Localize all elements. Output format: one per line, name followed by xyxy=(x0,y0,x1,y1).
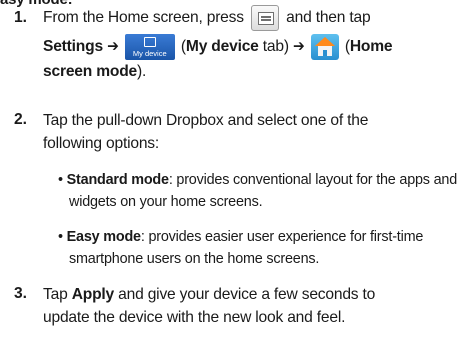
bullet: • xyxy=(58,229,63,245)
apply-label: Apply xyxy=(71,286,115,303)
step-3-text-a: Tap xyxy=(43,286,68,303)
settings-label: Settings xyxy=(43,38,103,55)
option-standard-line-1: • Standard mode: provides conventional l… xyxy=(58,172,457,188)
option-easy-line-2: smartphone users on the home screens. xyxy=(69,251,320,267)
arrow-2: ➔ xyxy=(293,38,305,55)
screen-mode-label: screen mode xyxy=(43,63,138,80)
option-easy-line-1: • Easy mode: provides easier user experi… xyxy=(58,229,423,245)
step-2-line-2: following options: xyxy=(43,135,160,152)
step-3-line-1: Tap Apply and give your device a few sec… xyxy=(43,285,375,304)
option-easy-name: Easy mode xyxy=(66,229,141,245)
home-screen-mode-icon xyxy=(310,33,339,60)
step-3-number: 3. xyxy=(14,285,28,302)
option-standard-line-2: widgets on your home screens. xyxy=(69,194,263,210)
my-device-label: My device xyxy=(185,38,259,55)
option-easy-text: : provides easier user experience for fi… xyxy=(140,229,424,245)
my-device-tab-caption: My device xyxy=(132,48,167,58)
step-1-line-1: From the Home screen, press and then tap xyxy=(43,5,371,31)
step-2-line-1: Tap the pull-down Dropbox and select one… xyxy=(43,112,369,129)
option-standard-name: Standard mode xyxy=(66,172,169,188)
arrow-1: ➔ xyxy=(107,38,119,55)
home-label: Home xyxy=(349,38,393,55)
document-page: asy mode: 1. From the Home screen, press… xyxy=(0,0,474,342)
tab-suffix: tab) xyxy=(262,38,289,55)
step-1-line-3: screen mode). xyxy=(43,62,146,81)
menu-key-icon xyxy=(251,5,279,31)
step-3-line-2: update the device with the new look and … xyxy=(43,309,346,326)
step-1-text-a: From the Home screen, press xyxy=(43,9,244,27)
option-standard-text: : provides conventional layout for the a… xyxy=(168,172,458,188)
step-1-line-2: Settings ➔ My device (My device tab) ➔ (… xyxy=(43,33,393,61)
step-3-text-b: and give your device a few seconds to xyxy=(118,286,376,303)
bullet: • xyxy=(58,172,63,188)
step-2-number: 2. xyxy=(14,111,28,128)
step-1-number: 1. xyxy=(14,9,28,26)
my-device-tab-icon: My device xyxy=(124,33,175,60)
paren-close: ). xyxy=(137,63,147,80)
step-1-text-b: and then tap xyxy=(286,9,371,27)
